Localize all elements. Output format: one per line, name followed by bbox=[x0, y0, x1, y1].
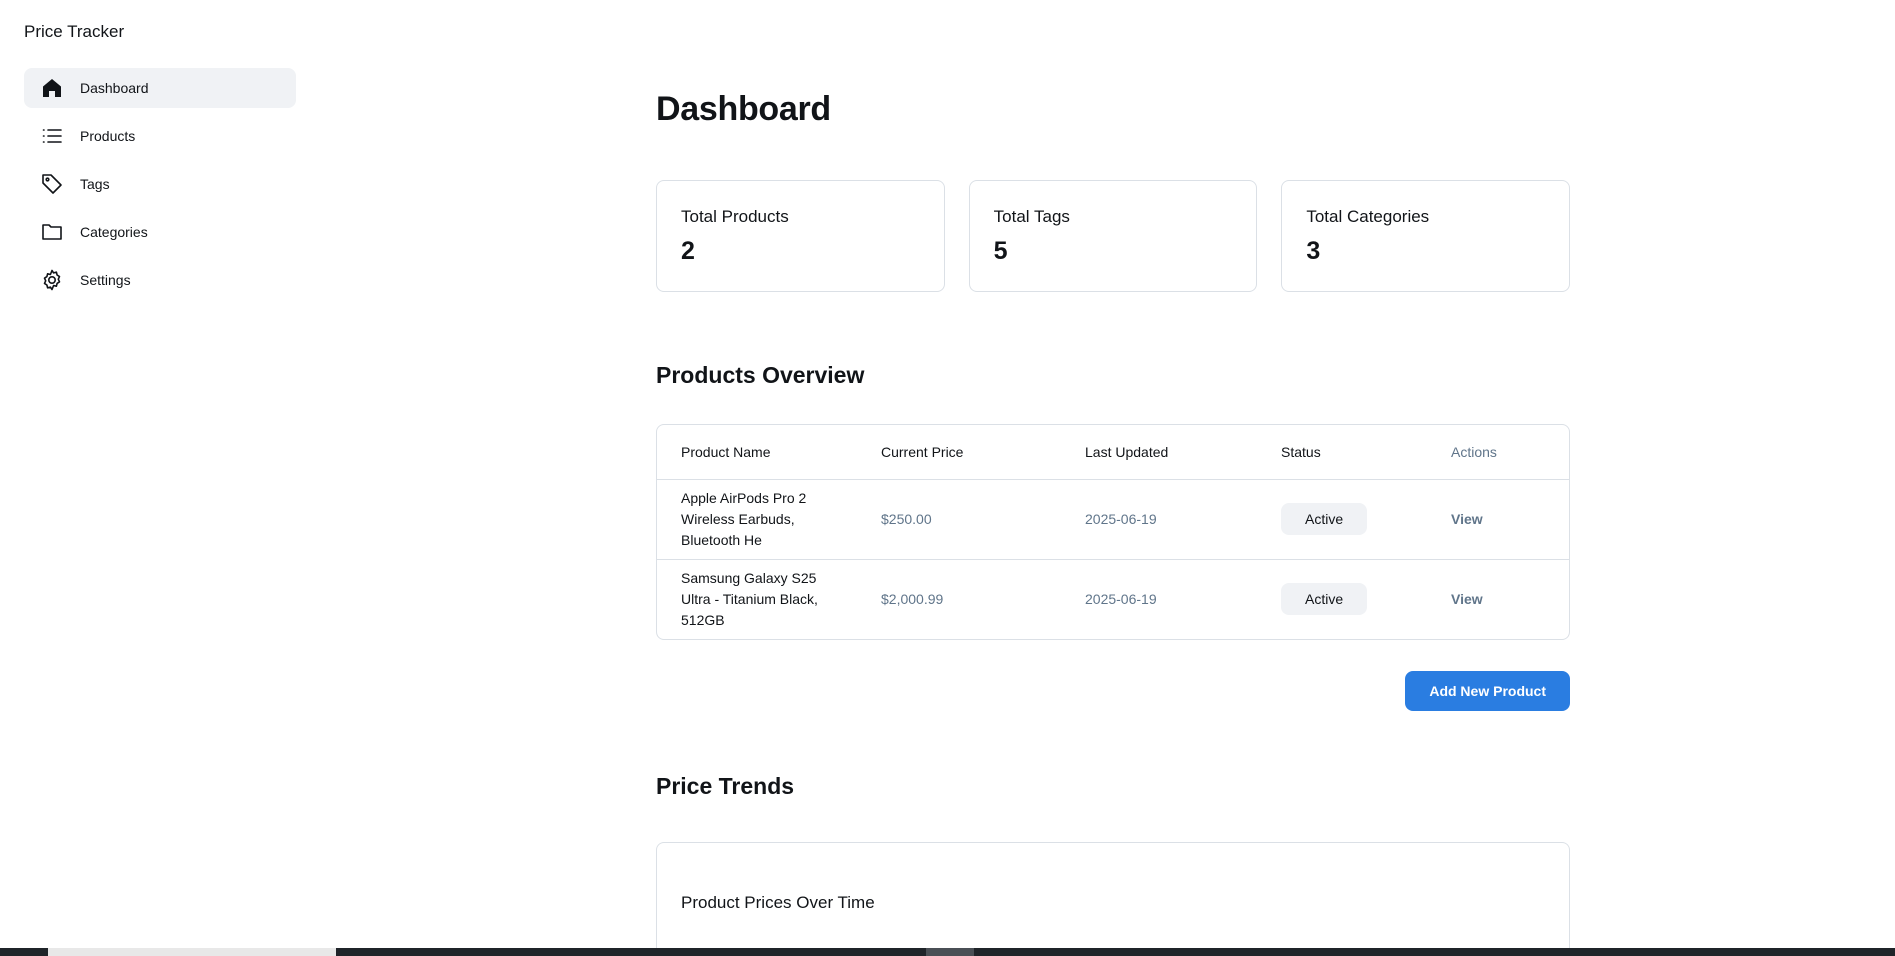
sidebar-item-products[interactable]: Products bbox=[24, 116, 296, 156]
price-cell: $2,000.99 bbox=[857, 558, 1061, 639]
updated-cell: 2025-06-19 bbox=[1061, 478, 1257, 559]
stats-row: Total Products 2 Total Tags 5 Total Cate… bbox=[656, 180, 1571, 292]
sidebar-item-label: Products bbox=[80, 128, 136, 144]
stat-card-categories: Total Categories 3 bbox=[1281, 180, 1571, 292]
stat-value: 3 bbox=[1306, 237, 1321, 265]
status-cell: Active bbox=[1257, 478, 1427, 559]
products-overview-title: Products Overview bbox=[656, 362, 865, 388]
view-link[interactable]: View bbox=[1451, 591, 1483, 607]
tag-icon bbox=[40, 172, 64, 196]
sidebar-item-label: Dashboard bbox=[80, 80, 149, 96]
product-name-cell: Samsung Galaxy S25 Ultra - Titanium Blac… bbox=[657, 558, 857, 639]
stat-value: 5 bbox=[993, 237, 1008, 265]
stat-label: Total Tags bbox=[993, 207, 1070, 226]
price-trends-card-title: Product Prices Over Time bbox=[681, 893, 875, 912]
gear-icon bbox=[40, 268, 64, 292]
taskbar-app-button[interactable] bbox=[926, 948, 974, 956]
page-title: Dashboard bbox=[656, 90, 831, 128]
price-trends-card: Product Prices Over Time bbox=[656, 842, 1570, 956]
price-trends-title: Price Trends bbox=[656, 773, 795, 799]
sidebar-nav: Dashboard Products Tags Categories Setti… bbox=[24, 68, 296, 308]
taskbar-window-tab[interactable] bbox=[48, 948, 336, 956]
app-title: Price Tracker bbox=[24, 22, 125, 41]
product-name-cell: Apple AirPods Pro 2 Wireless Earbuds, Bl… bbox=[657, 478, 857, 559]
folder-icon bbox=[40, 220, 64, 244]
products-table: Product Name Current Price Last Updated … bbox=[656, 424, 1570, 640]
table-row: Samsung Galaxy S25 Ultra - Titanium Blac… bbox=[657, 558, 1569, 639]
view-link[interactable]: View bbox=[1451, 511, 1483, 527]
table-row: Apple AirPods Pro 2 Wireless Earbuds, Bl… bbox=[657, 478, 1569, 559]
actions-cell: View bbox=[1427, 558, 1569, 639]
status-badge[interactable]: Active bbox=[1281, 503, 1368, 535]
column-header-actions: Actions bbox=[1451, 443, 1497, 460]
sidebar-item-dashboard[interactable]: Dashboard bbox=[24, 68, 296, 108]
add-new-product-button[interactable]: Add New Product bbox=[1405, 671, 1570, 711]
sidebar-item-categories[interactable]: Categories bbox=[24, 212, 296, 252]
sidebar-item-tags[interactable]: Tags bbox=[24, 164, 296, 204]
sidebar-item-label: Settings bbox=[80, 272, 131, 288]
house-icon bbox=[40, 76, 64, 100]
list-icon bbox=[40, 124, 64, 148]
sidebar-item-settings[interactable]: Settings bbox=[24, 260, 296, 300]
stat-label: Total Products bbox=[681, 207, 789, 226]
column-header-last-updated: Last Updated bbox=[1085, 443, 1169, 460]
actions-cell: View bbox=[1427, 478, 1569, 559]
stat-label: Total Categories bbox=[1306, 207, 1430, 226]
column-header-current-price: Current Price bbox=[881, 443, 964, 460]
sidebar: Price Tracker Dashboard Products Tags Ca… bbox=[0, 0, 320, 948]
stat-value: 2 bbox=[681, 237, 695, 265]
stat-card-tags: Total Tags 5 bbox=[968, 180, 1258, 292]
sidebar-item-label: Categories bbox=[80, 224, 148, 240]
sidebar-item-label: Tags bbox=[80, 176, 110, 192]
stat-card-products: Total Products 2 bbox=[656, 180, 945, 292]
status-badge[interactable]: Active bbox=[1281, 583, 1368, 616]
updated-cell: 2025-06-19 bbox=[1061, 558, 1257, 639]
status-cell: Active bbox=[1257, 558, 1427, 639]
column-header-status: Status bbox=[1281, 443, 1321, 460]
price-cell: $250.00 bbox=[857, 478, 1061, 559]
column-header-product-name: Product Name bbox=[681, 443, 771, 460]
taskbar bbox=[0, 948, 1895, 956]
table-header-row: Product Name Current Price Last Updated … bbox=[657, 425, 1569, 479]
